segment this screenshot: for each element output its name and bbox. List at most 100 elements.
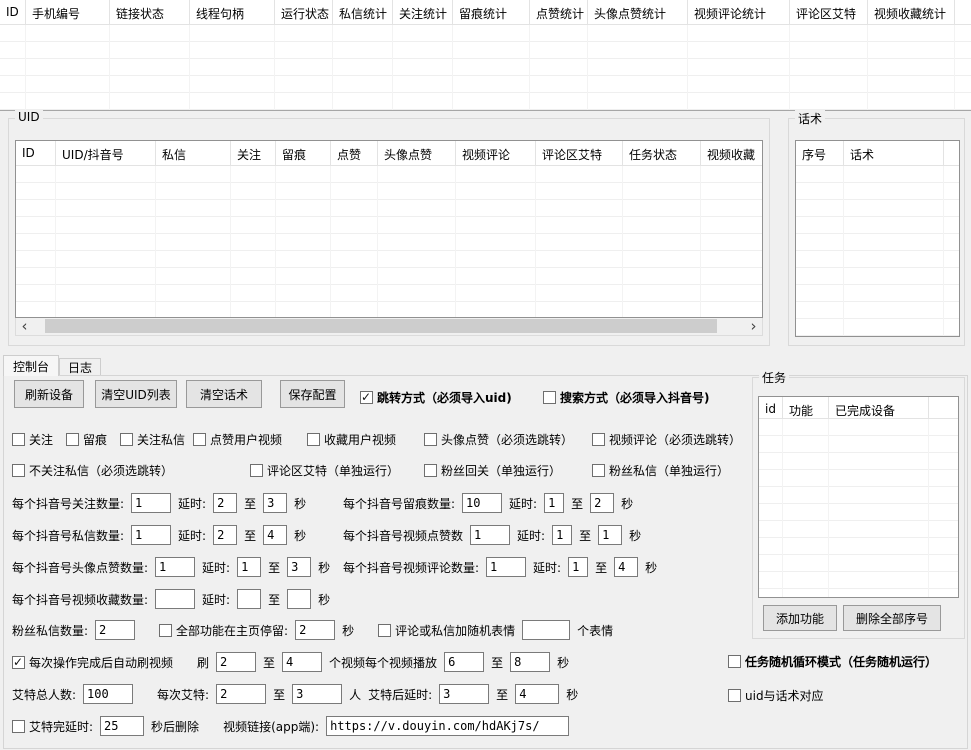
- avatar-like-qty-input[interactable]: [155, 557, 195, 577]
- follow-delay-to-input[interactable]: [263, 493, 287, 513]
- dm-delay-from-input[interactable]: [213, 525, 237, 545]
- task-col-header[interactable]: 已完成设备: [829, 397, 929, 418]
- video-fav-qty-input[interactable]: [155, 589, 195, 609]
- task-random-checkbox[interactable]: 任务随机循环模式（任务随机运行）: [728, 653, 937, 669]
- stay-home-input[interactable]: [295, 620, 335, 640]
- task-table[interactable]: id 功能 已完成设备: [758, 396, 959, 598]
- uid-col-header[interactable]: 任务状态: [623, 141, 701, 165]
- save-config-button[interactable]: 保存配置: [280, 380, 345, 408]
- scroll-to-input[interactable]: [282, 652, 322, 672]
- checkbox-icon[interactable]: [728, 689, 741, 702]
- device-col-header[interactable]: 头像点赞统计: [588, 0, 688, 24]
- checkbox-icon[interactable]: [592, 464, 605, 477]
- video-like-delay-from-input[interactable]: [552, 525, 572, 545]
- device-col-header[interactable]: 留痕统计: [453, 0, 530, 24]
- play-from-input[interactable]: [444, 652, 484, 672]
- uid-col-header[interactable]: 视频评论: [456, 141, 536, 165]
- dm-delay-to-input[interactable]: [263, 525, 287, 545]
- follow-checkbox[interactable]: 关注: [12, 431, 53, 447]
- checkbox-icon[interactable]: [159, 624, 172, 637]
- video-fav-delay-to-input[interactable]: [287, 589, 311, 609]
- trace-qty-input[interactable]: [462, 493, 502, 513]
- checkbox-icon[interactable]: [592, 433, 605, 446]
- clear-uid-list-button[interactable]: 清空UID列表: [95, 380, 177, 408]
- fav-user-video-checkbox[interactable]: 收藏用户视频: [307, 431, 396, 447]
- add-function-button[interactable]: 添加功能: [763, 605, 837, 631]
- fans-dm-checkbox[interactable]: 粉丝私信（单独运行）: [592, 462, 729, 478]
- device-col-header[interactable]: 点赞统计: [530, 0, 588, 24]
- emoji-count-input[interactable]: [522, 620, 570, 640]
- checkbox-icon[interactable]: [193, 433, 206, 446]
- device-col-header[interactable]: 线程句柄: [190, 0, 275, 24]
- like-user-video-checkbox[interactable]: 点赞用户视频: [193, 431, 282, 447]
- task-col-header[interactable]: 功能: [783, 397, 829, 418]
- script-col-header[interactable]: 话术: [844, 141, 944, 165]
- video-like-delay-to-input[interactable]: [598, 525, 622, 545]
- checkbox-icon[interactable]: [66, 433, 79, 446]
- device-col-header[interactable]: 运行状态: [275, 0, 333, 24]
- uid-col-header[interactable]: 留痕: [276, 141, 331, 165]
- checkbox-icon[interactable]: [543, 391, 556, 404]
- follow-delay-from-input[interactable]: [213, 493, 237, 513]
- jump-mode-checkbox[interactable]: 跳转方式（必须导入uid): [360, 389, 512, 405]
- device-col-header[interactable]: 链接状态: [110, 0, 190, 24]
- checkbox-icon[interactable]: [360, 391, 373, 404]
- video-like-qty-input[interactable]: [470, 525, 510, 545]
- delete-all-serial-button[interactable]: 删除全部序号: [843, 605, 941, 631]
- device-col-header[interactable]: ID: [0, 0, 26, 24]
- at-delete-delay-input[interactable]: [100, 716, 144, 736]
- at-delete-checkbox[interactable]: 艾特完延时:: [12, 718, 93, 735]
- uid-col-header[interactable]: 关注: [231, 141, 276, 165]
- uid-horizontal-scrollbar[interactable]: ‹ ›: [15, 318, 763, 336]
- stay-home-checkbox[interactable]: 全部功能在主页停留:: [159, 622, 288, 639]
- comment-at-checkbox[interactable]: 评论区艾特（单独运行）: [250, 462, 399, 478]
- device-col-header[interactable]: 私信统计: [333, 0, 393, 24]
- avatar-like-delay-to-input[interactable]: [287, 557, 311, 577]
- task-table-body[interactable]: [759, 419, 958, 597]
- video-fav-delay-from-input[interactable]: [237, 589, 261, 609]
- device-table[interactable]: ID 手机编号 链接状态 线程句柄 运行状态 私信统计 关注统计 留痕统计 点赞…: [0, 0, 971, 111]
- avatar-like-delay-from-input[interactable]: [237, 557, 261, 577]
- checkbox-icon[interactable]: [12, 433, 25, 446]
- video-link-input[interactable]: [326, 716, 569, 736]
- trace-delay-from-input[interactable]: [544, 493, 564, 513]
- script-table-body[interactable]: [796, 166, 959, 336]
- scrollbar-track[interactable]: [33, 318, 745, 335]
- checkbox-icon[interactable]: [378, 624, 391, 637]
- no-follow-dm-checkbox[interactable]: 不关注私信（必须选跳转）: [12, 462, 173, 478]
- device-col-header[interactable]: 关注统计: [393, 0, 453, 24]
- script-col-header[interactable]: 序号: [796, 141, 844, 165]
- checkbox-icon[interactable]: [12, 720, 25, 733]
- device-table-body[interactable]: [0, 25, 971, 110]
- video-comment-qty-input[interactable]: [486, 557, 526, 577]
- checkbox-icon[interactable]: [250, 464, 263, 477]
- uid-col-header[interactable]: 私信: [156, 141, 231, 165]
- uid-col-header[interactable]: ID: [16, 141, 56, 165]
- fans-dm-count-input[interactable]: [95, 620, 135, 640]
- scroll-from-input[interactable]: [216, 652, 256, 672]
- at-each-to-input[interactable]: [292, 684, 342, 704]
- device-col-header[interactable]: 评论区艾特: [790, 0, 868, 24]
- at-delay-from-input[interactable]: [439, 684, 489, 704]
- video-comment-checkbox[interactable]: 视频评论（必须选跳转）: [592, 431, 741, 447]
- follow-dm-checkbox[interactable]: 关注私信: [120, 431, 185, 447]
- search-mode-checkbox[interactable]: 搜索方式（必须导入抖音号): [543, 389, 710, 405]
- at-total-input[interactable]: [83, 684, 133, 704]
- clear-script-button[interactable]: 清空话术: [186, 380, 262, 408]
- script-table[interactable]: 序号 话术: [795, 140, 960, 337]
- avatar-like-checkbox[interactable]: 头像点赞（必须选跳转）: [424, 431, 573, 447]
- checkbox-icon[interactable]: [12, 464, 25, 477]
- device-col-header[interactable]: 手机编号: [26, 0, 110, 24]
- uid-script-map-checkbox[interactable]: uid与话术对应: [728, 687, 824, 703]
- scroll-right-icon[interactable]: ›: [745, 318, 762, 335]
- scroll-left-icon[interactable]: ‹: [16, 318, 33, 335]
- uid-table[interactable]: ID UID/抖音号 私信 关注 留痕 点赞 头像点赞 视频评论 评论区艾特 任…: [15, 140, 763, 318]
- tab-console[interactable]: 控制台: [3, 355, 59, 376]
- checkbox-icon[interactable]: [307, 433, 320, 446]
- uid-col-header[interactable]: 评论区艾特: [536, 141, 623, 165]
- follow-qty-input[interactable]: [131, 493, 171, 513]
- device-col-header[interactable]: 视频收藏统计: [868, 0, 955, 24]
- video-comment-delay-to-input[interactable]: [614, 557, 638, 577]
- random-emoji-checkbox[interactable]: 评论或私信加随机表情: [378, 622, 515, 639]
- checkbox-icon[interactable]: [728, 655, 741, 668]
